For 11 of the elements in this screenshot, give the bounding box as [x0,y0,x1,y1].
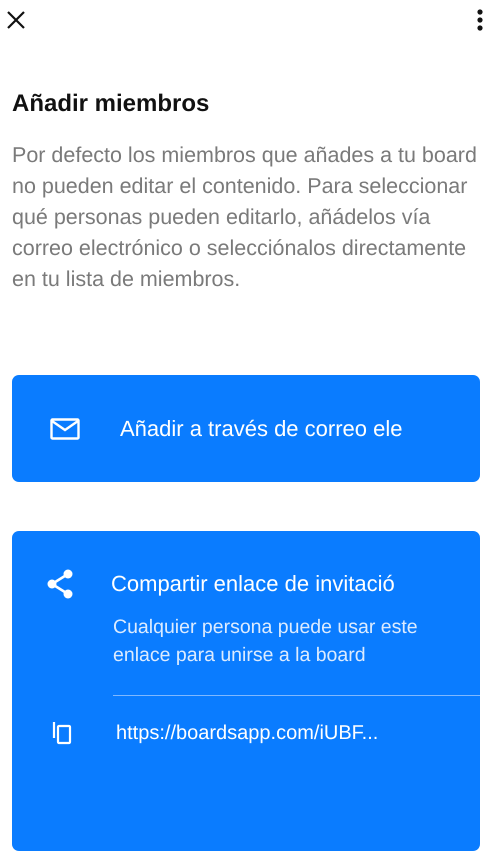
email-invite-button[interactable]: Añadir a través de correo ele [12,375,480,482]
description-text: Por defecto los miembros que añades a tu board no pueden editar el contenido. Para seleccionar qué personas pueden editarlo, añádelos vía correo electrónico o selecciónalos directamente en tu lista de miembros. [12,142,477,293]
invite-description: Cualquier persona puede usar este enlace para unirse a la board [113,615,419,668]
page-title: Añadir miembros [12,90,210,118]
copy-icon[interactable] [52,721,72,745]
invite-title[interactable]: Compartir enlace de invitació [111,571,395,597]
share-icon [46,569,74,599]
mail-icon [50,418,80,440]
close-icon[interactable] [6,10,26,30]
more-icon[interactable] [477,9,483,31]
invite-link[interactable]: https://boardsapp.com/iUBF... [116,722,378,744]
